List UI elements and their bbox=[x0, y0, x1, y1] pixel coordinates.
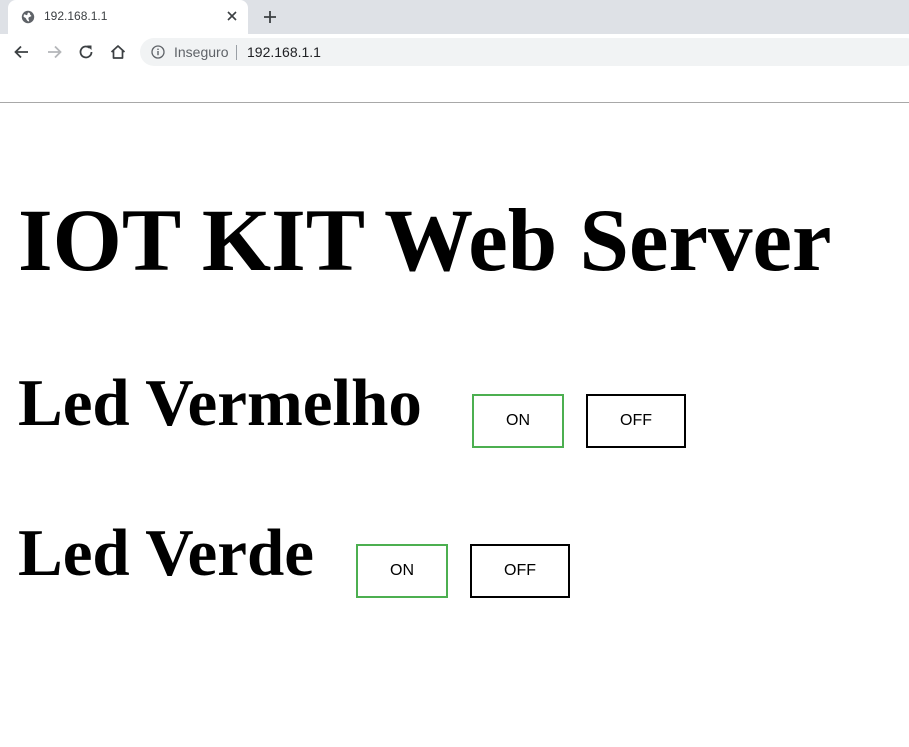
led-green-heading: Led Verde bbox=[18, 516, 314, 590]
address-bar[interactable]: Inseguro 192.168.1.1 bbox=[140, 38, 909, 66]
close-icon[interactable] bbox=[225, 9, 239, 23]
url-text[interactable]: 192.168.1.1 bbox=[247, 44, 321, 60]
home-icon[interactable] bbox=[108, 42, 128, 62]
led-green-off-button[interactable]: OFF bbox=[470, 544, 570, 598]
back-arrow-icon[interactable] bbox=[12, 42, 32, 62]
led-green-on-button[interactable]: ON bbox=[356, 544, 448, 598]
browser-toolbar: Inseguro 192.168.1.1 bbox=[0, 34, 909, 70]
security-label: Inseguro bbox=[174, 44, 229, 60]
led-red-off-button[interactable]: OFF bbox=[586, 394, 686, 448]
led-red-on-button[interactable]: ON bbox=[472, 394, 564, 448]
tab-strip: 192.168.1.1 bbox=[0, 0, 909, 34]
omnibox-divider bbox=[236, 45, 237, 60]
info-icon[interactable] bbox=[151, 45, 165, 59]
globe-icon bbox=[21, 10, 35, 24]
page-title: IOT KIT Web Server bbox=[18, 192, 832, 290]
plus-icon[interactable] bbox=[262, 9, 278, 25]
page-content: IOT KIT Web Server Led Vermelho ON OFF L… bbox=[0, 103, 909, 747]
browser-tab[interactable]: 192.168.1.1 bbox=[8, 0, 248, 34]
toolbar-bottom-area bbox=[0, 70, 909, 103]
forward-arrow-icon[interactable] bbox=[44, 42, 64, 62]
led-red-heading: Led Vermelho bbox=[18, 366, 422, 440]
tab-title: 192.168.1.1 bbox=[44, 9, 108, 23]
reload-icon[interactable] bbox=[76, 42, 96, 62]
